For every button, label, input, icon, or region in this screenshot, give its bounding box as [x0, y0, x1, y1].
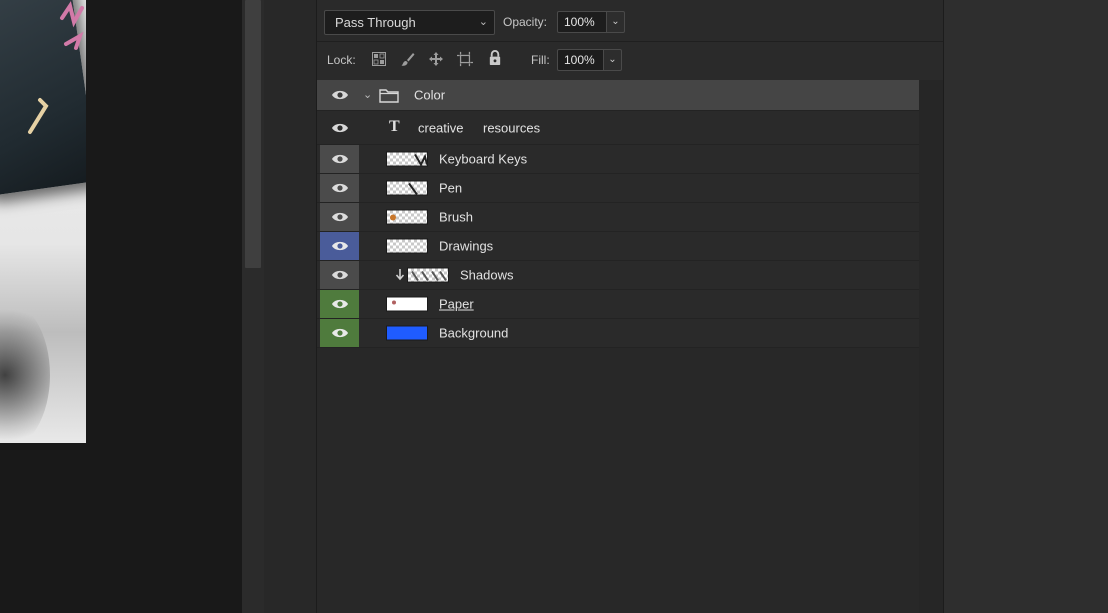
eye-icon — [331, 270, 348, 280]
opacity-label: Opacity: — [503, 15, 548, 29]
layer-row-keyboard-keys[interactable]: Keyboard Keys — [317, 145, 919, 174]
thumbnail-content — [392, 300, 396, 305]
panel-gutter — [264, 0, 316, 613]
eye-icon — [331, 183, 348, 193]
layer-row-background[interactable]: Background — [317, 319, 919, 348]
document-image[interactable] — [0, 0, 86, 443]
visibility-toggle[interactable] — [320, 319, 359, 347]
eye-icon — [331, 90, 348, 100]
visibility-toggle[interactable] — [320, 80, 359, 110]
layer-row-drawings[interactable]: Drawings — [317, 232, 919, 261]
document-canvas-area[interactable] — [0, 0, 242, 613]
fill-dropdown-button[interactable]: ⌄ — [604, 49, 622, 71]
visibility-toggle[interactable] — [320, 203, 359, 231]
layer-row-pen[interactable]: Pen — [317, 174, 919, 203]
thumbnail-content — [414, 153, 428, 167]
layer-thumbnail — [386, 296, 428, 312]
thumbnail-content — [408, 182, 418, 196]
visibility-toggle[interactable] — [320, 261, 359, 289]
canvas-scroll-thumb[interactable] — [245, 0, 261, 268]
chevron-down-icon: ⌄ — [478, 16, 488, 28]
lock-label: Lock: — [327, 53, 356, 67]
layer-name: Shadows — [460, 267, 514, 283]
layer-name: Pen — [439, 180, 463, 196]
eye-icon — [331, 241, 348, 251]
fill-input[interactable]: 100% — [557, 49, 604, 71]
layer-name: Drawings — [439, 238, 494, 254]
eye-icon — [331, 123, 348, 132]
layer-name-part: creative — [418, 120, 464, 135]
fill-label: Fill: — [531, 53, 550, 67]
lock-image-pixels-icon[interactable] — [400, 51, 416, 67]
drawing-marks — [28, 1, 84, 134]
layer-row-color-group[interactable]: ⌄ Color — [317, 80, 919, 111]
thumbnail-content — [390, 214, 396, 221]
layer-name: Keyboard Keys — [439, 151, 528, 167]
photoshop-workspace: Pass Through ⌄ Opacity: 100% ⌄ Lock: Fil… — [0, 0, 1108, 613]
visibility-toggle[interactable] — [320, 145, 359, 173]
eye-icon — [331, 299, 348, 309]
layer-thumbnail — [407, 267, 449, 283]
eye-icon — [331, 328, 348, 338]
chevron-down-icon[interactable]: ⌄ — [363, 88, 372, 101]
text-layer-icon: T — [389, 118, 400, 135]
layer-thumbnail — [386, 180, 428, 196]
layer-thumbnail — [386, 325, 428, 341]
layer-row-brush[interactable]: Brush — [317, 203, 919, 232]
visibility-toggle[interactable] — [320, 290, 359, 318]
layer-name: Color — [414, 87, 446, 103]
layer-thumbnail — [386, 238, 428, 254]
layer-thumbnail — [386, 151, 428, 167]
folder-icon — [379, 89, 399, 103]
right-panel-area — [944, 0, 1108, 613]
layer-name: Paper — [439, 296, 474, 312]
opacity-input[interactable]: 100% — [557, 11, 607, 33]
layer-row-shadows[interactable]: Shadows — [317, 261, 919, 290]
eye-icon — [331, 212, 348, 222]
layer-name: Brush — [439, 209, 473, 225]
layers-options-bar: Pass Through ⌄ Opacity: 100% ⌄ — [317, 0, 943, 42]
visibility-toggle[interactable] — [320, 111, 359, 144]
visibility-toggle[interactable] — [320, 174, 359, 202]
lock-all-icon[interactable] — [487, 50, 503, 66]
layer-name: Background — [439, 325, 509, 341]
blend-mode-select[interactable]: Pass Through ⌄ — [324, 10, 495, 35]
layers-scrollbar[interactable] — [919, 80, 943, 613]
eye-icon — [331, 154, 348, 164]
blend-mode-value: Pass Through — [335, 15, 416, 30]
visibility-toggle[interactable] — [320, 232, 359, 260]
layer-list: ⌄ Color T creative resources Keyboard Ke… — [317, 80, 919, 348]
layers-panel: Pass Through ⌄ Opacity: 100% ⌄ Lock: Fil… — [316, 0, 944, 613]
layer-thumbnail — [386, 209, 428, 225]
layer-name-part: resources — [483, 120, 541, 135]
lock-fill-bar: Lock: Fill: 100% ⌄ — [317, 42, 943, 80]
lock-position-icon[interactable] — [428, 51, 444, 67]
clipping-mask-arrow-icon — [395, 269, 404, 281]
layer-row-text[interactable]: T creative resources — [317, 111, 919, 145]
lock-transparent-pixels-icon[interactable] — [371, 51, 387, 67]
layer-row-paper[interactable]: Paper — [317, 290, 919, 319]
thumbnail-content — [411, 270, 447, 282]
opacity-dropdown-button[interactable]: ⌄ — [607, 11, 625, 33]
canvas-vertical-scrollbar[interactable] — [242, 0, 264, 613]
lock-artboard-icon[interactable] — [457, 51, 473, 67]
shadow-graphic — [0, 300, 50, 443]
